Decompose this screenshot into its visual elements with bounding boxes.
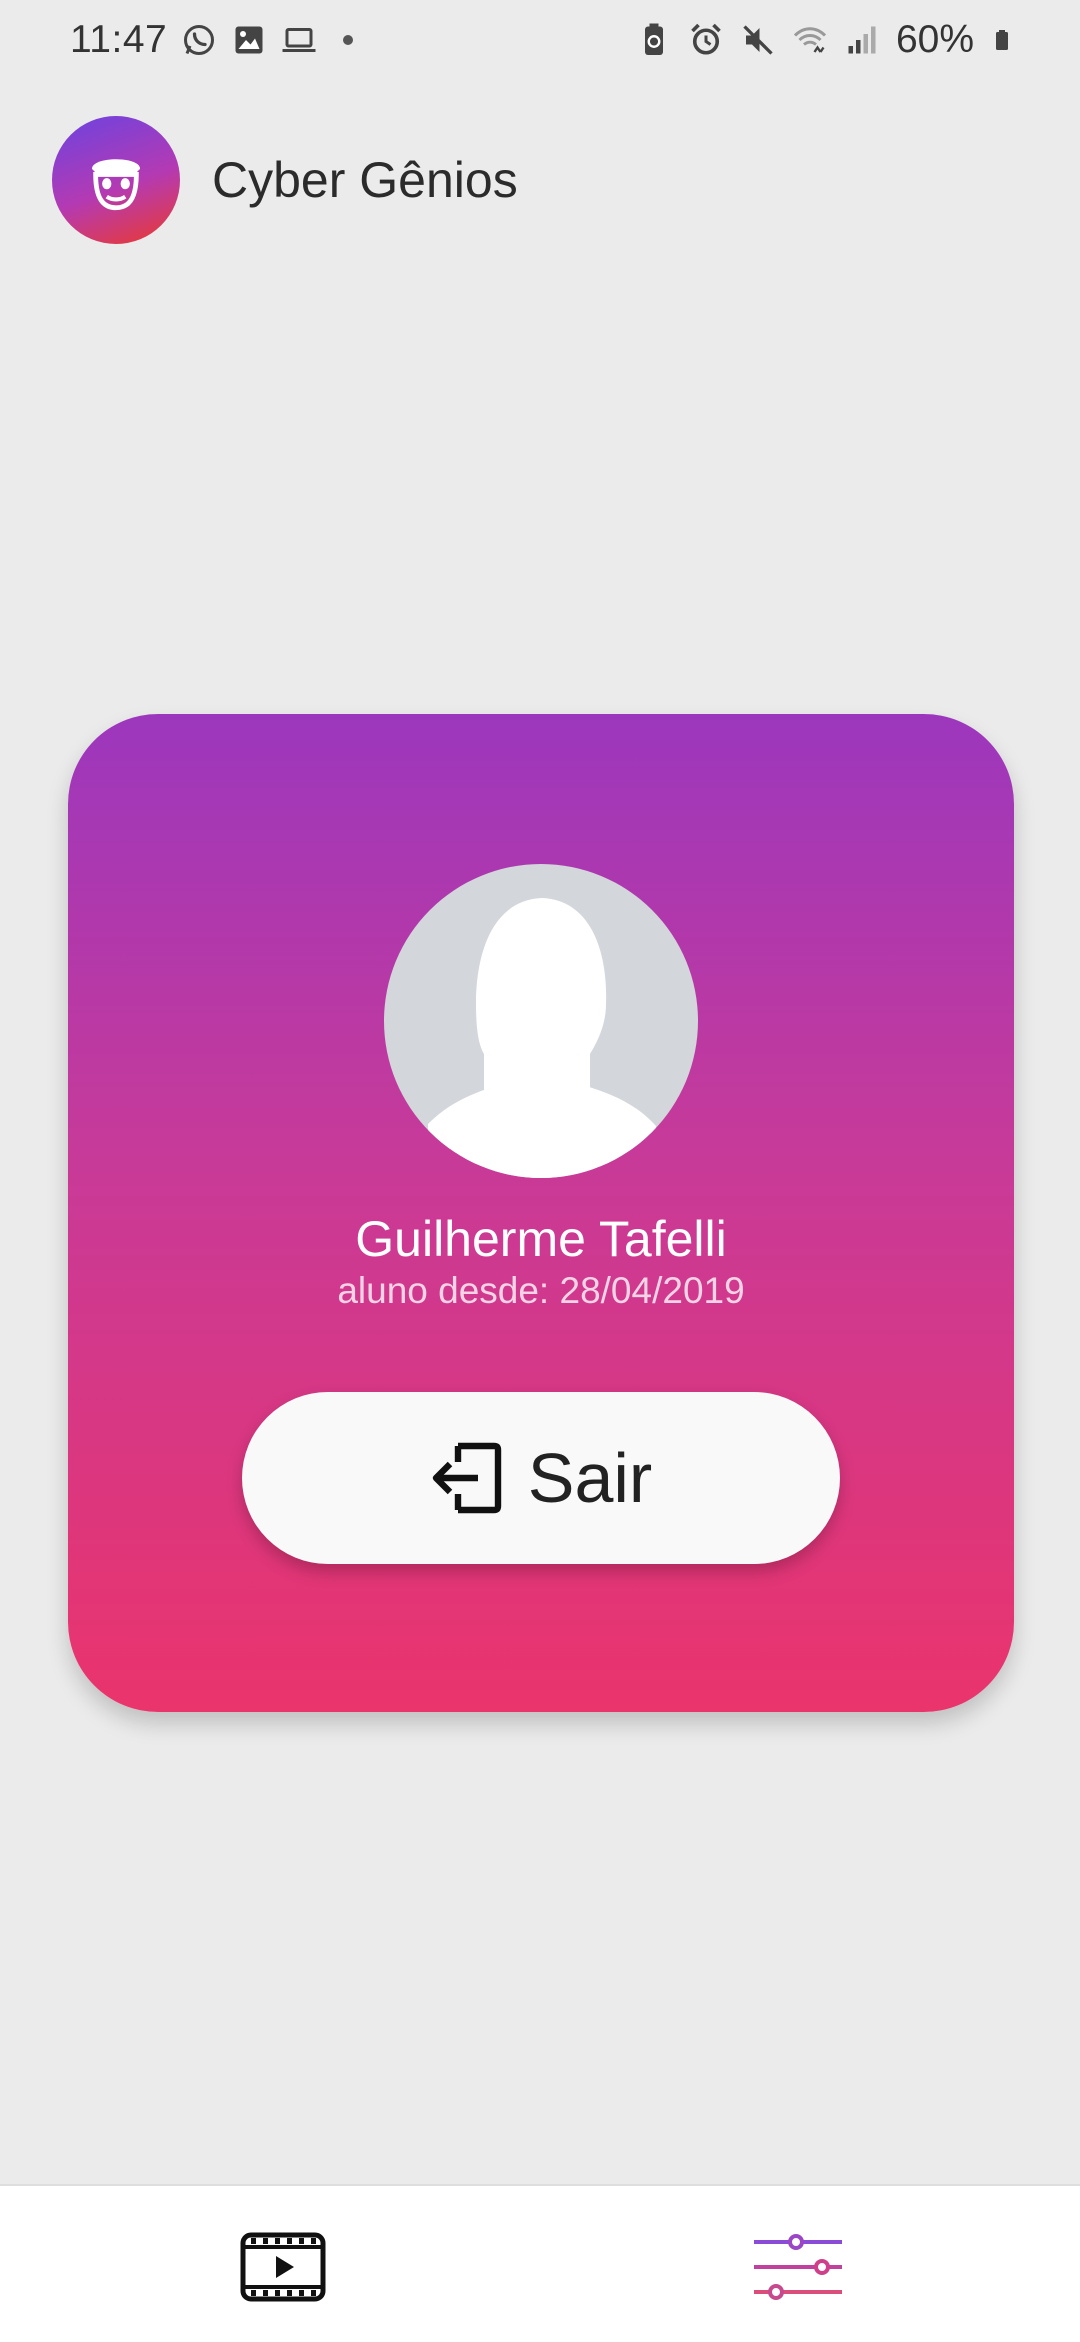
whatsapp-icon — [184, 25, 215, 55]
logout-button[interactable]: Sair — [242, 1392, 840, 1564]
logout-label: Sair — [527, 1439, 653, 1517]
member-since: aluno desde: 28/04/2019 — [337, 1270, 745, 1311]
status-left: 11:47 — [70, 18, 354, 62]
default-user-avatar-icon — [384, 864, 698, 1178]
dot-icon — [343, 35, 354, 45]
battery-percent: 60% — [895, 18, 974, 61]
profile-card: Guilherme Tafelli aluno desde: 28/04/201… — [68, 714, 1014, 1712]
user-name: Guilherme Tafelli — [355, 1211, 727, 1267]
battery-saver-icon — [644, 23, 663, 55]
bottom-navigation — [0, 2184, 1080, 2342]
status-bar: 11:47 60% — [0, 0, 1080, 84]
status-right: 60% — [636, 18, 1014, 62]
app-title: Cyber Gênios — [212, 152, 518, 208]
alarm-icon — [691, 23, 721, 55]
app-header: Cyber Gênios — [52, 116, 518, 244]
monkey-logo-icon — [52, 116, 180, 244]
image-icon — [235, 26, 263, 54]
laptop-icon — [282, 28, 316, 52]
signal-icon — [848, 26, 876, 54]
status-time: 11:47 — [70, 18, 168, 61]
settings-sliders-icon — [754, 2234, 842, 2300]
nav-settings-button[interactable] — [752, 2232, 844, 2302]
video-play-icon — [240, 2232, 326, 2302]
nav-videos-button[interactable] — [240, 2232, 326, 2302]
logout-icon — [432, 1442, 501, 1514]
mute-icon — [743, 25, 773, 55]
wifi-icon — [793, 27, 826, 53]
battery-icon — [996, 30, 1008, 50]
